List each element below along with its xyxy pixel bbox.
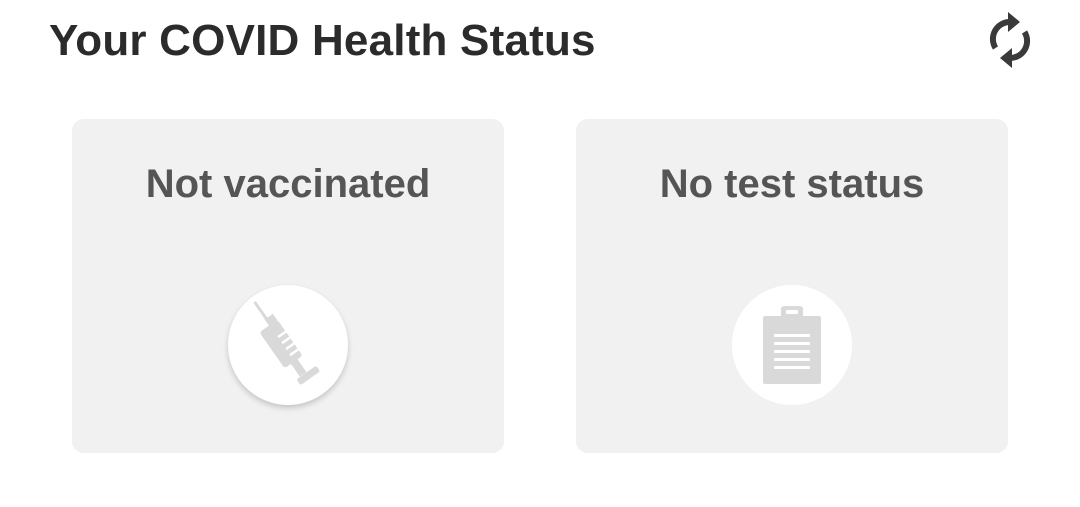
header: Your COVID Health Status (0, 0, 1080, 90)
clipboard-icon (763, 306, 821, 384)
test-icon-circle (732, 285, 852, 405)
refresh-button[interactable] (984, 12, 1036, 68)
syringe-icon (253, 301, 320, 385)
test-status-title: No test status (659, 162, 925, 206)
vaccination-status-title: Not vaccinated (145, 162, 431, 206)
test-status-card[interactable]: No test status (576, 119, 1008, 453)
vaccination-status-card[interactable]: Not vaccinated (72, 119, 504, 453)
vaccination-icon-circle (228, 285, 348, 405)
refresh-icon (989, 12, 1031, 68)
page-title: Your COVID Health Status (49, 16, 596, 65)
